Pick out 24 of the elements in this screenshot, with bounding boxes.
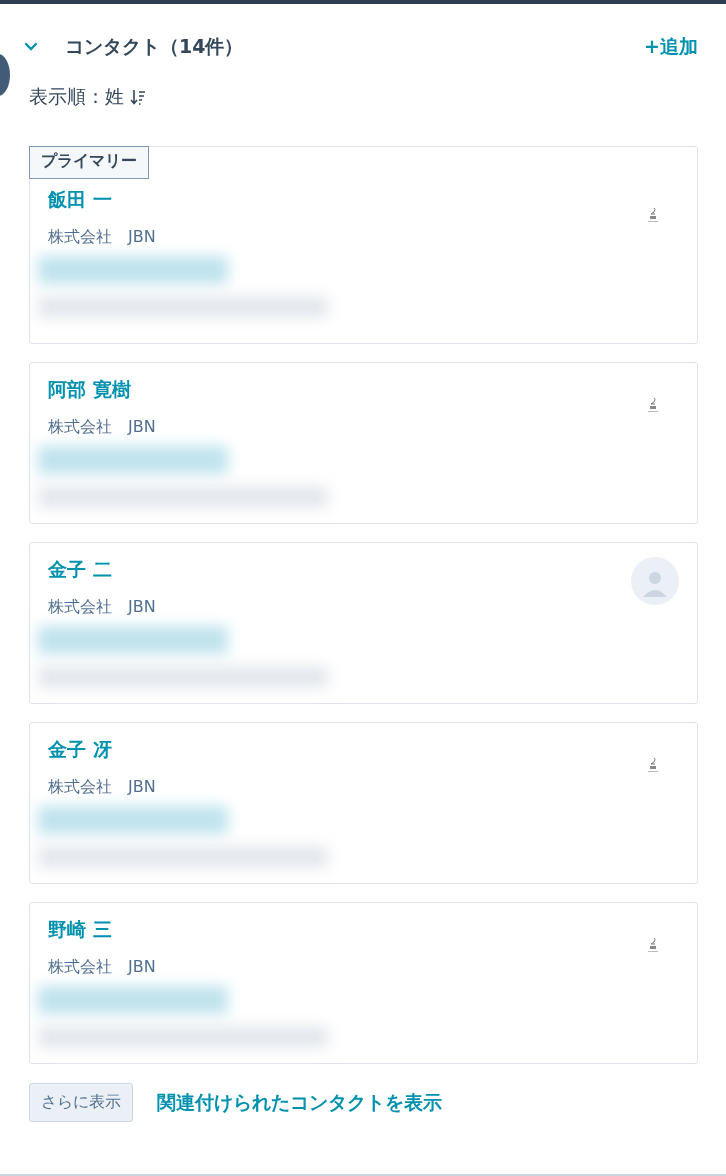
broken-image-icon (647, 207, 659, 223)
view-associated-link[interactable]: 関連付けられたコンタクトを表示 (157, 1089, 442, 1116)
company-name: 株式会社 JBN (48, 957, 156, 978)
add-link[interactable]: +追加 (644, 34, 698, 60)
company-name: 株式会社 JBN (48, 597, 156, 618)
broken-image-icon (647, 397, 659, 413)
contact-name-link[interactable]: 金子 冴 (48, 737, 156, 763)
sort-icon[interactable] (130, 88, 146, 106)
primary-badge: プライマリー (29, 146, 149, 179)
show-more-button[interactable]: さらに表示 (29, 1083, 133, 1122)
broken-image-icon (647, 757, 659, 773)
collapse-toggle[interactable] (24, 42, 40, 52)
contact-name-link[interactable]: 野崎 三 (48, 917, 156, 943)
contact-name-link[interactable]: 阿部 寛樹 (48, 377, 156, 403)
section-title: コンタクト（14件） (65, 34, 245, 59)
chevron-icon (24, 42, 38, 52)
company-name: 株式会社 JBN (48, 417, 156, 438)
company-name: 株式会社 JBN (48, 777, 156, 798)
contact-name-link[interactable]: 金子 二 (48, 557, 156, 583)
company-name: 株式会社 JBN (48, 227, 156, 248)
sort-label[interactable]: 表示順：姓 (29, 84, 124, 110)
avatar-icon (631, 557, 679, 605)
contact-name-link[interactable]: 飯田 一 (48, 187, 156, 213)
broken-image-icon (647, 937, 659, 953)
